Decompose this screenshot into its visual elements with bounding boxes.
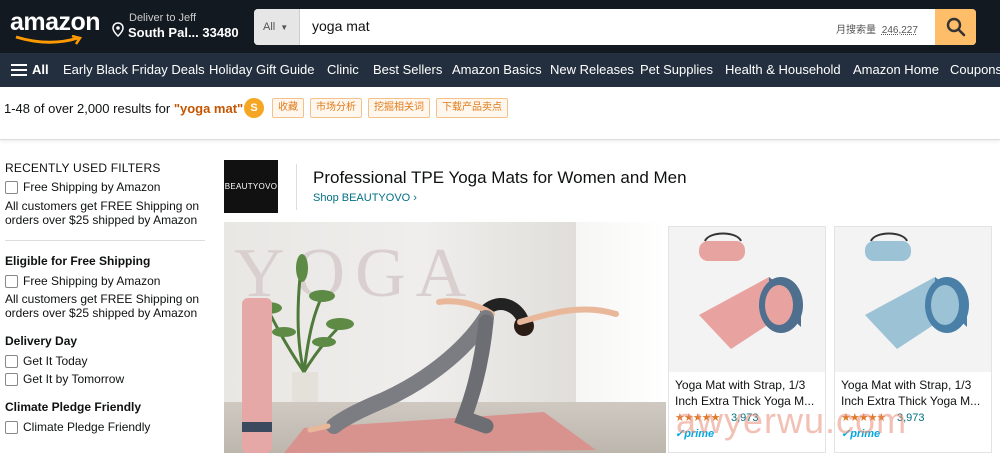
filter-label: Get It by Tomorrow (23, 372, 125, 386)
checkbox[interactable] (5, 274, 18, 288)
recent-free-shipping-note: All customers get FREE Shipping on order… (5, 199, 200, 227)
free-shipping-heading: Eligible for Free Shipping (5, 254, 151, 268)
search-button[interactable] (935, 9, 976, 45)
search-bar: All ▼ yoga mat 月搜索量 246,227 (254, 9, 976, 45)
search-category-label: All (263, 21, 276, 33)
top-header: amazon Deliver to Jeff South Pal... 3348… (0, 0, 1000, 53)
filter-recent-free-shipping[interactable]: Free Shipping by Amazon (5, 180, 160, 194)
brand-logo[interactable]: BEAUTYOVO (224, 160, 278, 213)
chevron-down-icon: ▼ (280, 22, 289, 32)
checkbox[interactable] (5, 180, 18, 194)
sponsored-hero-image[interactable]: YOGA (224, 222, 666, 453)
rolled-mat-illustration (699, 232, 803, 349)
search-icon (946, 17, 965, 37)
all-menu-label: All (32, 62, 49, 77)
monthly-volume-value[interactable]: 246,227 (882, 25, 918, 36)
plugin-logo-icon[interactable]: S (244, 98, 264, 118)
filter-sidebar: RECENTLY USED FILTERS Free Shipping by A… (0, 140, 210, 453)
filter-label: Free Shipping by Amazon (23, 274, 161, 288)
monthly-search-volume: 月搜索量 246,227 (836, 21, 918, 36)
search-input[interactable]: yoga mat (312, 9, 370, 45)
monthly-volume-label: 月搜索量 (836, 25, 876, 36)
results-count: 1-48 of over 2,000 results for "yoga mat… (4, 101, 243, 116)
nav-item-pet-supplies[interactable]: Pet Supplies (640, 62, 713, 77)
results-info-bar: 1-48 of over 2,000 results for "yoga mat… (0, 87, 1000, 140)
shop-brand-link[interactable]: Shop BEAUTYOVO › (313, 192, 417, 204)
nav-item-amazon-home[interactable]: Amazon Home (853, 62, 939, 77)
nav-item-health-household[interactable]: Health & Household (725, 62, 841, 77)
results-count-prefix: 1-48 of over 2,000 results for (4, 101, 174, 116)
product-image[interactable] (835, 227, 991, 372)
plugin-download-selling-points-button[interactable]: 下载产品卖点 (436, 98, 508, 118)
deliver-line2: South Pal... 33480 (128, 25, 239, 40)
plugin-toolbar: S 收藏 市场分析 挖掘相关词 下载产品卖点 (244, 96, 514, 120)
smile-icon (15, 35, 83, 45)
amazon-logo[interactable]: amazon (10, 8, 101, 45)
nav-item-holiday-gift-guide[interactable]: Holiday Gift Guide (209, 62, 315, 77)
filter-get-it-tomorrow[interactable]: Get It by Tomorrow (5, 372, 124, 386)
divider (5, 240, 205, 241)
filter-free-shipping[interactable]: Free Shipping by Amazon (5, 274, 160, 288)
nav-item-amazon-basics[interactable]: Amazon Basics (452, 62, 542, 77)
nav-item-new-releases[interactable]: New Releases (550, 62, 634, 77)
nav-item-coupons[interactable]: Coupons (950, 62, 1000, 77)
sponsored-headline[interactable]: Professional TPE Yoga Mats for Women and… (313, 168, 687, 188)
all-menu-button[interactable]: All (11, 62, 49, 77)
results-keyword: "yoga mat" (173, 101, 244, 116)
checkbox[interactable] (5, 420, 18, 434)
filter-label: Free Shipping by Amazon (23, 180, 161, 194)
nav-bar: All Early Black Friday Deals Holiday Gif… (0, 53, 1000, 87)
checkbox[interactable] (5, 372, 18, 386)
filter-label: Climate Pledge Friendly (23, 420, 151, 434)
hamburger-icon (11, 63, 27, 76)
nav-item-early-black-friday[interactable]: Early Black Friday Deals (63, 62, 205, 77)
filter-get-it-today[interactable]: Get It Today (5, 354, 87, 368)
search-category-dropdown[interactable]: All ▼ (254, 9, 300, 45)
logo-text: amazon (10, 8, 101, 36)
watermark: awyerwu.com (676, 400, 908, 441)
product-image[interactable] (669, 227, 825, 372)
divider (296, 164, 297, 210)
plugin-favorite-button[interactable]: 收藏 (272, 98, 304, 118)
deliver-line1: Deliver to Jeff (129, 12, 197, 24)
recent-filters-heading: RECENTLY USED FILTERS (5, 161, 161, 175)
rolled-mat-illustration (865, 232, 969, 349)
plugin-market-analysis-button[interactable]: 市场分析 (310, 98, 362, 118)
climate-heading: Climate Pledge Friendly (5, 400, 142, 414)
yoga-scene-illustration (242, 254, 619, 453)
delivery-day-heading: Delivery Day (5, 334, 78, 348)
free-shipping-note: All customers get FREE Shipping on order… (5, 292, 200, 320)
location-pin-icon (112, 22, 124, 37)
filter-climate-pledge[interactable]: Climate Pledge Friendly (5, 420, 150, 434)
filter-label: Get It Today (23, 354, 88, 368)
nav-item-clinic[interactable]: Clinic (327, 62, 359, 77)
checkbox[interactable] (5, 354, 18, 368)
nav-item-best-sellers[interactable]: Best Sellers (373, 62, 442, 77)
plugin-related-keywords-button[interactable]: 挖掘相关词 (368, 98, 430, 118)
